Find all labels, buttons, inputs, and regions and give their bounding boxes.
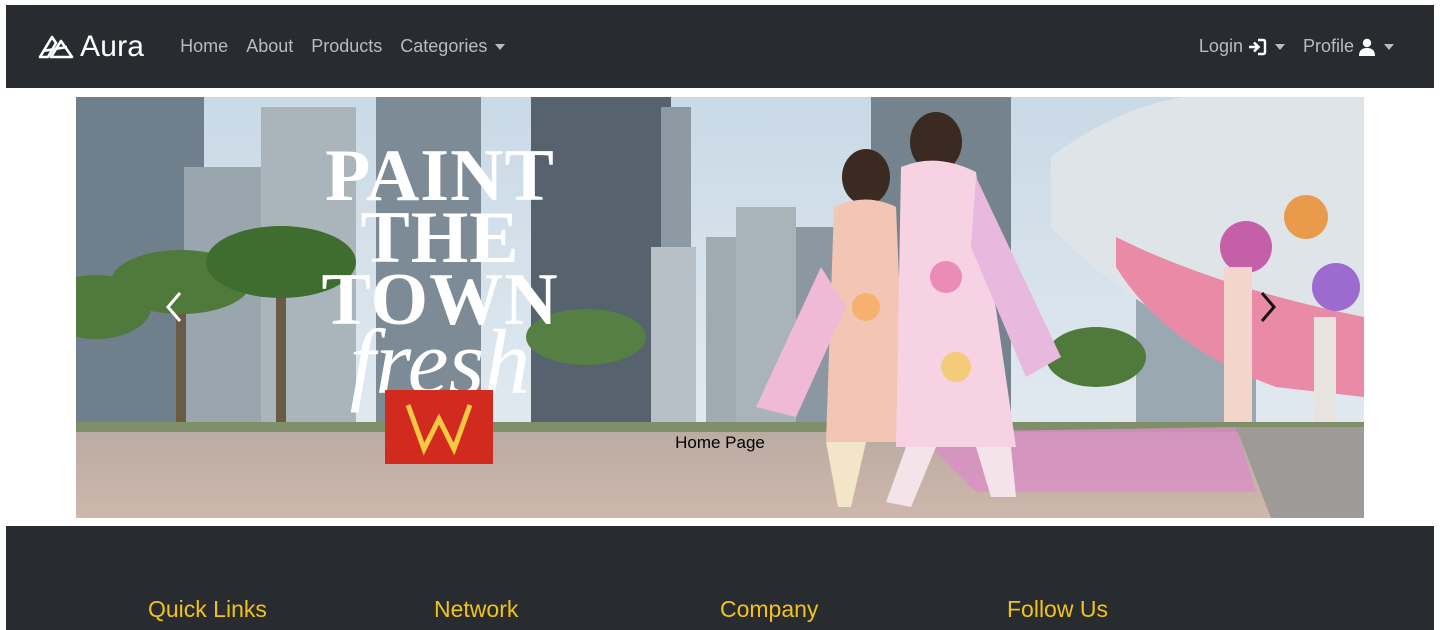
caret-down-icon	[1274, 43, 1285, 50]
nav-link-about[interactable]: About	[246, 36, 293, 57]
brand-name: Aura	[80, 29, 145, 63]
carousel-caption: Home Page	[675, 433, 765, 452]
footer-heading-follow-us: Follow Us	[1007, 596, 1108, 622]
hero-headline: PAINT THE TOWN fresh	[320, 139, 560, 413]
nav-right: Login Profile	[1181, 36, 1394, 57]
aura-logo-icon	[38, 35, 74, 58]
profile-label: Profile	[1302, 36, 1354, 56]
chevron-left-icon	[166, 292, 182, 322]
login-label: Login	[1198, 36, 1243, 56]
profile-dropdown[interactable]: Profile	[1303, 36, 1394, 57]
nav-links: Home About Products Categories	[180, 36, 523, 57]
carousel-prev-button[interactable]	[160, 287, 190, 327]
nav-dropdown-categories[interactable]: Categories	[400, 36, 506, 57]
nav-link-products[interactable]: Products	[311, 36, 382, 57]
hero-banner-image	[76, 97, 1364, 518]
user-icon	[1358, 38, 1376, 56]
brand[interactable]: Aura	[37, 30, 144, 64]
nav-link-home[interactable]: Home	[180, 36, 228, 57]
nav-dropdown-categories-label: Categories	[400, 36, 488, 56]
carousel-next-button[interactable]	[1252, 287, 1282, 327]
navbar: Aura Home About Products Categories Logi…	[6, 5, 1434, 88]
footer-heading-quick-links: Quick Links	[148, 596, 267, 622]
caret-down-icon	[1384, 43, 1394, 50]
hero-carousel: PAINT THE TOWN fresh Home Page	[76, 97, 1364, 518]
sign-in-icon	[1247, 38, 1267, 56]
footer-heading-network: Network	[434, 596, 519, 622]
login-dropdown[interactable]: Login	[1199, 36, 1285, 57]
footer: Quick Links Network Company Follow Us	[6, 526, 1434, 630]
caret-down-icon	[495, 43, 506, 50]
headline-line-4: fresh	[349, 311, 531, 413]
chevron-right-icon	[1260, 292, 1276, 322]
footer-heading-company: Company	[720, 596, 819, 622]
